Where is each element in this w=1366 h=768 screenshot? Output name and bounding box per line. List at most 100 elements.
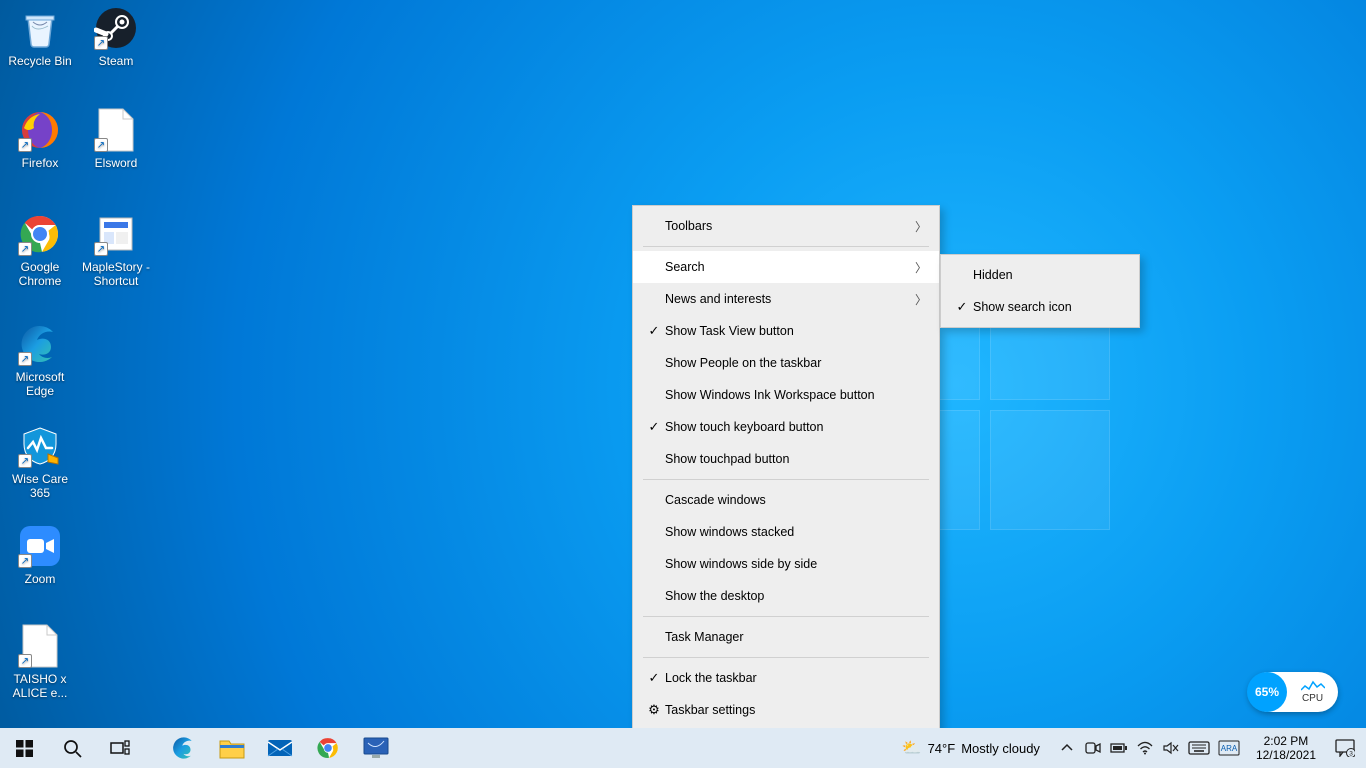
weather-icon: ⛅	[902, 738, 922, 758]
menu-item-label: Show touchpad button	[663, 452, 927, 466]
menu-item-label: Hidden	[971, 268, 1127, 282]
tray-meet-now[interactable]	[1082, 728, 1104, 768]
clock-time: 2:02 PM	[1256, 734, 1316, 748]
desktop-icon-firefox[interactable]: ↗ Firefox	[2, 106, 78, 170]
menu-separator	[643, 246, 929, 247]
menu-item-settings[interactable]: ⚙Taskbar settings	[633, 694, 939, 726]
desktop-icon-chrome[interactable]: ↗ Google Chrome	[2, 210, 78, 288]
svg-text:ARA: ARA	[1221, 744, 1238, 753]
desktop-icon-edge[interactable]: ↗ Microsoft Edge	[2, 320, 78, 398]
camera-icon	[1085, 741, 1101, 755]
monitor-icon	[363, 737, 389, 759]
weather-cond: Mostly cloudy	[961, 741, 1040, 756]
language-icon: ARA	[1218, 740, 1240, 756]
menu-item-taskmgr[interactable]: Task Manager	[633, 621, 939, 653]
tray-volume[interactable]	[1160, 728, 1182, 768]
menu-item-label: Lock the taskbar	[663, 671, 927, 685]
menu-item-label: Show windows side by side	[663, 557, 927, 571]
desktop-icon-label: Microsoft Edge	[2, 370, 78, 398]
checkmark-icon: ✓	[645, 419, 663, 435]
menu-item-label: Show Windows Ink Workspace button	[663, 388, 927, 402]
desktop-icon-maplestory[interactable]: ↗ MapleStory - Shortcut	[78, 210, 154, 288]
menu-item-sidebyside[interactable]: Show windows side by side	[633, 548, 939, 580]
desktop-icon-label: Google Chrome	[2, 260, 78, 288]
submenu-item-hidden[interactable]: Hidden	[941, 259, 1139, 291]
menu-item-toolbars[interactable]: Toolbars〉	[633, 210, 939, 242]
desktop-icon-zoom[interactable]: ↗ Zoom	[2, 522, 78, 586]
chrome-icon	[316, 736, 340, 760]
desktop-icon-recycle-bin[interactable]: Recycle Bin	[2, 4, 78, 68]
desktop-icon-label: Wise Care 365	[2, 472, 78, 500]
cpu-widget[interactable]: 65% CPU	[1248, 672, 1338, 712]
windows-icon	[16, 740, 33, 757]
desktop-icon-label: Recycle Bin	[2, 54, 78, 68]
desktop-icon-label: TAISHO x ALICE e...	[2, 672, 78, 700]
file-icon: ↗	[92, 106, 140, 154]
menu-item-label: Search	[663, 260, 915, 274]
menu-separator	[643, 657, 929, 658]
edge-icon	[171, 735, 197, 761]
keyboard-icon	[1188, 741, 1210, 755]
menu-item-ink[interactable]: Show Windows Ink Workspace button	[633, 379, 939, 411]
menu-item-people[interactable]: Show People on the taskbar	[633, 347, 939, 379]
zoom-icon: ↗	[16, 522, 64, 570]
search-submenu: Hidden ✓Show search icon	[940, 254, 1140, 328]
system-tray: ARA	[1050, 728, 1248, 768]
chrome-icon: ↗	[16, 210, 64, 258]
taskbar-app-explorer[interactable]	[208, 728, 256, 768]
taskbar-app-mail[interactable]	[256, 728, 304, 768]
weather-temp: 74°F	[928, 741, 956, 756]
desktop-icon-label: Zoom	[2, 572, 78, 586]
menu-item-showdesktop[interactable]: Show the desktop	[633, 580, 939, 612]
volume-mute-icon	[1163, 741, 1179, 755]
menu-item-label: Toolbars	[663, 219, 915, 233]
menu-item-touchpad[interactable]: Show touchpad button	[633, 443, 939, 475]
desktop-icon-wisecare[interactable]: ↗ Wise Care 365	[2, 422, 78, 500]
svg-text:3: 3	[1349, 751, 1353, 758]
start-button[interactable]	[0, 728, 48, 768]
menu-item-label: Show People on the taskbar	[663, 356, 927, 370]
gear-icon: ⚙	[645, 702, 663, 718]
menu-item-stacked[interactable]: Show windows stacked	[633, 516, 939, 548]
taskbar-app-generic[interactable]	[352, 728, 400, 768]
file-explorer-icon	[219, 737, 245, 759]
tray-show-hidden-icons[interactable]	[1056, 728, 1078, 768]
desktop-icon-steam[interactable]: ↗ Steam	[78, 4, 154, 68]
checkmark-icon: ✓	[645, 670, 663, 686]
firefox-icon: ↗	[16, 106, 64, 154]
menu-item-news[interactable]: News and interests〉	[633, 283, 939, 315]
menu-item-taskview[interactable]: ✓Show Task View button	[633, 315, 939, 347]
chevron-right-icon: 〉	[915, 259, 927, 276]
taskview-icon	[110, 740, 130, 756]
taskbar-app-chrome[interactable]	[304, 728, 352, 768]
submenu-item-show-icon[interactable]: ✓Show search icon	[941, 291, 1139, 323]
tray-wifi[interactable]	[1134, 728, 1156, 768]
menu-item-search[interactable]: Search〉	[633, 251, 939, 283]
tray-input-language[interactable]: ARA	[1216, 728, 1242, 768]
steam-icon: ↗	[92, 4, 140, 52]
checkmark-icon: ✓	[645, 323, 663, 339]
action-center-button[interactable]: 3	[1324, 728, 1366, 768]
taskbar-taskview-button[interactable]	[96, 728, 144, 768]
desktop-icon-label: Steam	[78, 54, 154, 68]
desktop-icon-elsword[interactable]: ↗ Elsword	[78, 106, 154, 170]
taskbar[interactable]: ⛅ 74°F Mostly cloudy ARA 2:02 PM 12/18/2…	[0, 728, 1366, 768]
tray-battery[interactable]	[1108, 728, 1130, 768]
taskbar-app-edge[interactable]	[160, 728, 208, 768]
desktop-icon-label: Elsword	[78, 156, 154, 170]
taskbar-search-button[interactable]	[48, 728, 96, 768]
wifi-icon	[1137, 741, 1153, 755]
menu-item-label: Cascade windows	[663, 493, 927, 507]
desktop-icon-taisho[interactable]: ↗ TAISHO x ALICE e...	[2, 622, 78, 700]
taskbar-clock[interactable]: 2:02 PM 12/18/2021	[1248, 728, 1324, 768]
menu-item-label: News and interests	[663, 292, 915, 306]
menu-item-touchkb[interactable]: ✓Show touch keyboard button	[633, 411, 939, 443]
menu-item-lock[interactable]: ✓Lock the taskbar	[633, 662, 939, 694]
tray-touch-keyboard[interactable]	[1186, 728, 1212, 768]
taskbar-weather[interactable]: ⛅ 74°F Mostly cloudy	[892, 728, 1050, 768]
chevron-up-icon	[1061, 742, 1073, 754]
menu-item-label: Task Manager	[663, 630, 927, 644]
menu-item-cascade[interactable]: Cascade windows	[633, 484, 939, 516]
mail-icon	[267, 735, 293, 761]
clock-date: 12/18/2021	[1256, 748, 1316, 762]
